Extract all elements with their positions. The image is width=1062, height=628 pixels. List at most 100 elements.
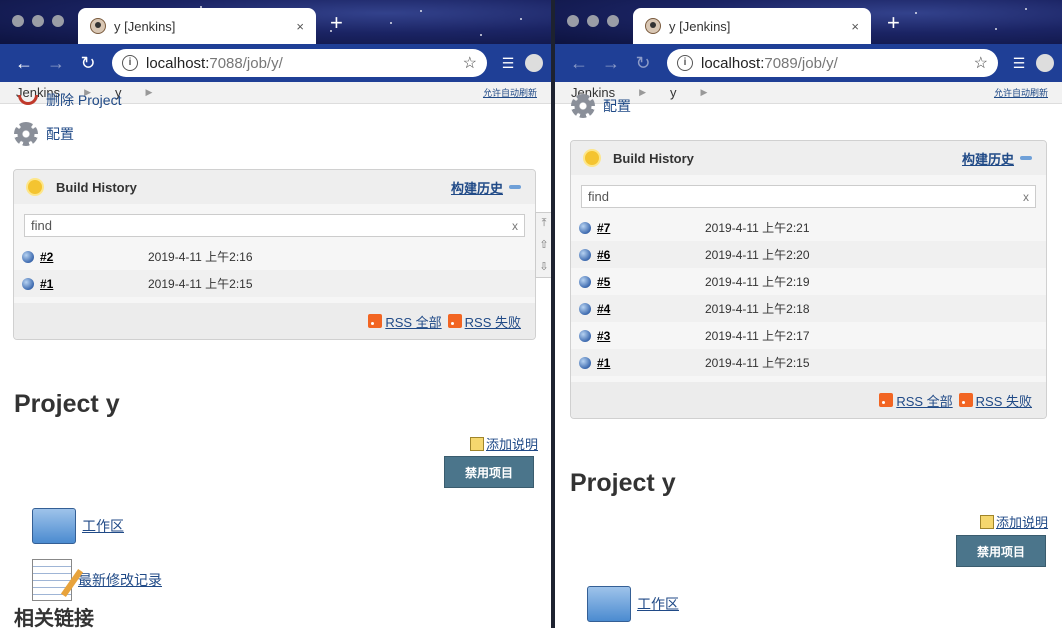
close-window-button[interactable] (567, 15, 579, 27)
configure-link[interactable]: 配置 (571, 94, 631, 118)
forward-arrow-icon[interactable]: → (40, 53, 72, 74)
rss-all-link[interactable]: RSS 全部 (385, 312, 441, 331)
site-info-icon[interactable]: i (122, 55, 138, 71)
rss-failed-link[interactable]: RSS 失败 (976, 391, 1032, 410)
build-history-title: Build History (613, 150, 694, 166)
forward-arrow-icon[interactable]: → (595, 53, 627, 74)
scroll-top-icon[interactable]: ⤒ (542, 217, 547, 230)
build-date[interactable]: 2019-4-11 上午2:19 (705, 273, 810, 290)
workspace-link[interactable]: 工作区 (32, 508, 124, 544)
reload-icon[interactable]: ↻ (72, 53, 104, 74)
build-number-link[interactable]: #7 (597, 221, 705, 235)
extension-icon[interactable]: ☰ (495, 55, 521, 72)
scroll-up-icon[interactable]: ⇧ (539, 238, 548, 251)
search-placeholder: find (588, 189, 609, 204)
scroll-down-icon[interactable]: ⇩ (539, 260, 548, 273)
build-date[interactable]: 2019-4-11 上午2:15 (148, 275, 253, 292)
site-info-icon[interactable]: i (677, 55, 693, 71)
jenkins-favicon-icon (90, 18, 106, 34)
build-history-footer: RSS 全部 RSS 失败 (14, 303, 535, 339)
address-bar[interactable]: i localhost: 7088/job/y/ ☆ (112, 49, 487, 77)
tab-strip: y [Jenkins] × + (555, 0, 1062, 44)
delete-project-link[interactable]: 删除 Project (18, 90, 121, 110)
zoom-window-button[interactable] (607, 15, 619, 27)
delete-project-label: 删除 Project (46, 92, 122, 108)
build-row: #1 2019-4-11 上午2:15 (14, 270, 535, 297)
profile-avatar[interactable] (1036, 54, 1054, 72)
build-search-input[interactable]: find x (24, 214, 525, 237)
build-status-blue-icon (22, 250, 34, 263)
add-description-label: 添加说明 (486, 437, 539, 452)
close-tab-icon[interactable]: × (851, 19, 859, 34)
profile-avatar[interactable] (525, 54, 543, 72)
new-tab-button[interactable]: + (330, 12, 343, 34)
breadcrumb-separator-icon[interactable]: ▶ (701, 87, 708, 98)
url-host: localhost: (701, 54, 765, 72)
collapse-icon[interactable] (1020, 156, 1032, 160)
add-description-link[interactable]: 添加说明 (980, 512, 1048, 531)
build-search-input[interactable]: find x (581, 185, 1036, 208)
breadcrumb-separator-icon[interactable]: ▶ (146, 87, 153, 98)
bookmark-star-icon[interactable]: ☆ (974, 53, 988, 73)
build-row: #4 2019-4-11 上午2:18 (571, 295, 1046, 322)
minimize-window-button[interactable] (587, 15, 599, 27)
tab-title: y [Jenkins] (669, 18, 731, 34)
browser-tab[interactable]: y [Jenkins] × (633, 8, 871, 44)
rss-icon (879, 393, 894, 407)
build-date[interactable]: 2019-4-11 上午2:21 (705, 219, 810, 236)
build-date[interactable]: 2019-4-11 上午2:18 (705, 300, 810, 317)
build-trend-link[interactable]: 构建历史 (962, 149, 1014, 168)
disable-project-button[interactable]: 禁用项目 (956, 535, 1046, 567)
build-number-link[interactable]: #1 (40, 277, 148, 291)
build-number-link[interactable]: #1 (597, 356, 705, 370)
edit-note-icon (470, 436, 484, 451)
minimize-window-button[interactable] (32, 15, 44, 27)
url-host: localhost: (146, 54, 210, 72)
url-path: 7089/job/y/ (764, 54, 838, 72)
build-history-header: Build History 构建历史 (14, 170, 535, 204)
add-description-label: 添加说明 (996, 515, 1049, 530)
build-trend-link[interactable]: 构建历史 (451, 178, 503, 197)
build-date[interactable]: 2019-4-11 上午2:15 (705, 354, 810, 371)
reload-icon[interactable]: ↻ (627, 53, 659, 74)
build-number-link[interactable]: #5 (597, 275, 705, 289)
new-tab-button[interactable]: + (887, 12, 900, 34)
browser-toolbar: ← → ↻ i localhost: 7088/job/y/ ☆ ☰ (0, 44, 551, 82)
tab-title: y [Jenkins] (114, 18, 176, 34)
auto-refresh-link[interactable]: 允许自动刷新 (483, 86, 537, 99)
build-number-link[interactable]: #6 (597, 248, 705, 262)
configure-link[interactable]: 配置 (14, 122, 74, 146)
extension-icon[interactable]: ☰ (1006, 55, 1032, 72)
close-window-button[interactable] (12, 15, 24, 27)
build-row: #2 2019-4-11 上午2:16 (14, 243, 535, 270)
breadcrumb-job[interactable]: y (670, 85, 677, 100)
bookmark-star-icon[interactable]: ☆ (463, 53, 477, 73)
rss-failed-link[interactable]: RSS 失败 (465, 312, 521, 331)
back-arrow-icon[interactable]: ← (8, 53, 40, 74)
rss-all-link[interactable]: RSS 全部 (896, 391, 952, 410)
back-arrow-icon[interactable]: ← (563, 53, 595, 74)
address-bar[interactable]: i localhost: 7089/job/y/ ☆ (667, 49, 998, 77)
weather-sun-icon (28, 180, 42, 194)
zoom-window-button[interactable] (52, 15, 64, 27)
clear-search-icon[interactable]: x (512, 219, 518, 233)
browser-tab[interactable]: y [Jenkins] × (78, 8, 316, 44)
browser-toolbar: ← → ↻ i localhost: 7089/job/y/ ☆ ☰ (555, 44, 1062, 82)
workspace-link[interactable]: 工作区 (587, 586, 679, 622)
build-date[interactable]: 2019-4-11 上午2:20 (705, 246, 810, 263)
jenkins-favicon-icon (645, 18, 661, 34)
auto-refresh-link[interactable]: 允许自动刷新 (994, 86, 1048, 99)
build-number-link[interactable]: #4 (597, 302, 705, 316)
collapse-icon[interactable] (509, 185, 521, 189)
disable-project-button[interactable]: 禁用项目 (444, 456, 534, 488)
close-tab-icon[interactable]: × (296, 19, 304, 34)
clear-search-icon[interactable]: x (1023, 190, 1029, 204)
build-number-link[interactable]: #3 (597, 329, 705, 343)
breadcrumb-separator-icon[interactable]: ▶ (639, 87, 646, 98)
add-description-link[interactable]: 添加说明 (470, 434, 538, 453)
recent-changes-link[interactable]: 最新修改记录 (32, 559, 162, 601)
window-controls (12, 15, 64, 27)
build-date[interactable]: 2019-4-11 上午2:17 (705, 327, 810, 344)
build-number-link[interactable]: #2 (40, 250, 148, 264)
build-date[interactable]: 2019-4-11 上午2:16 (148, 248, 253, 265)
